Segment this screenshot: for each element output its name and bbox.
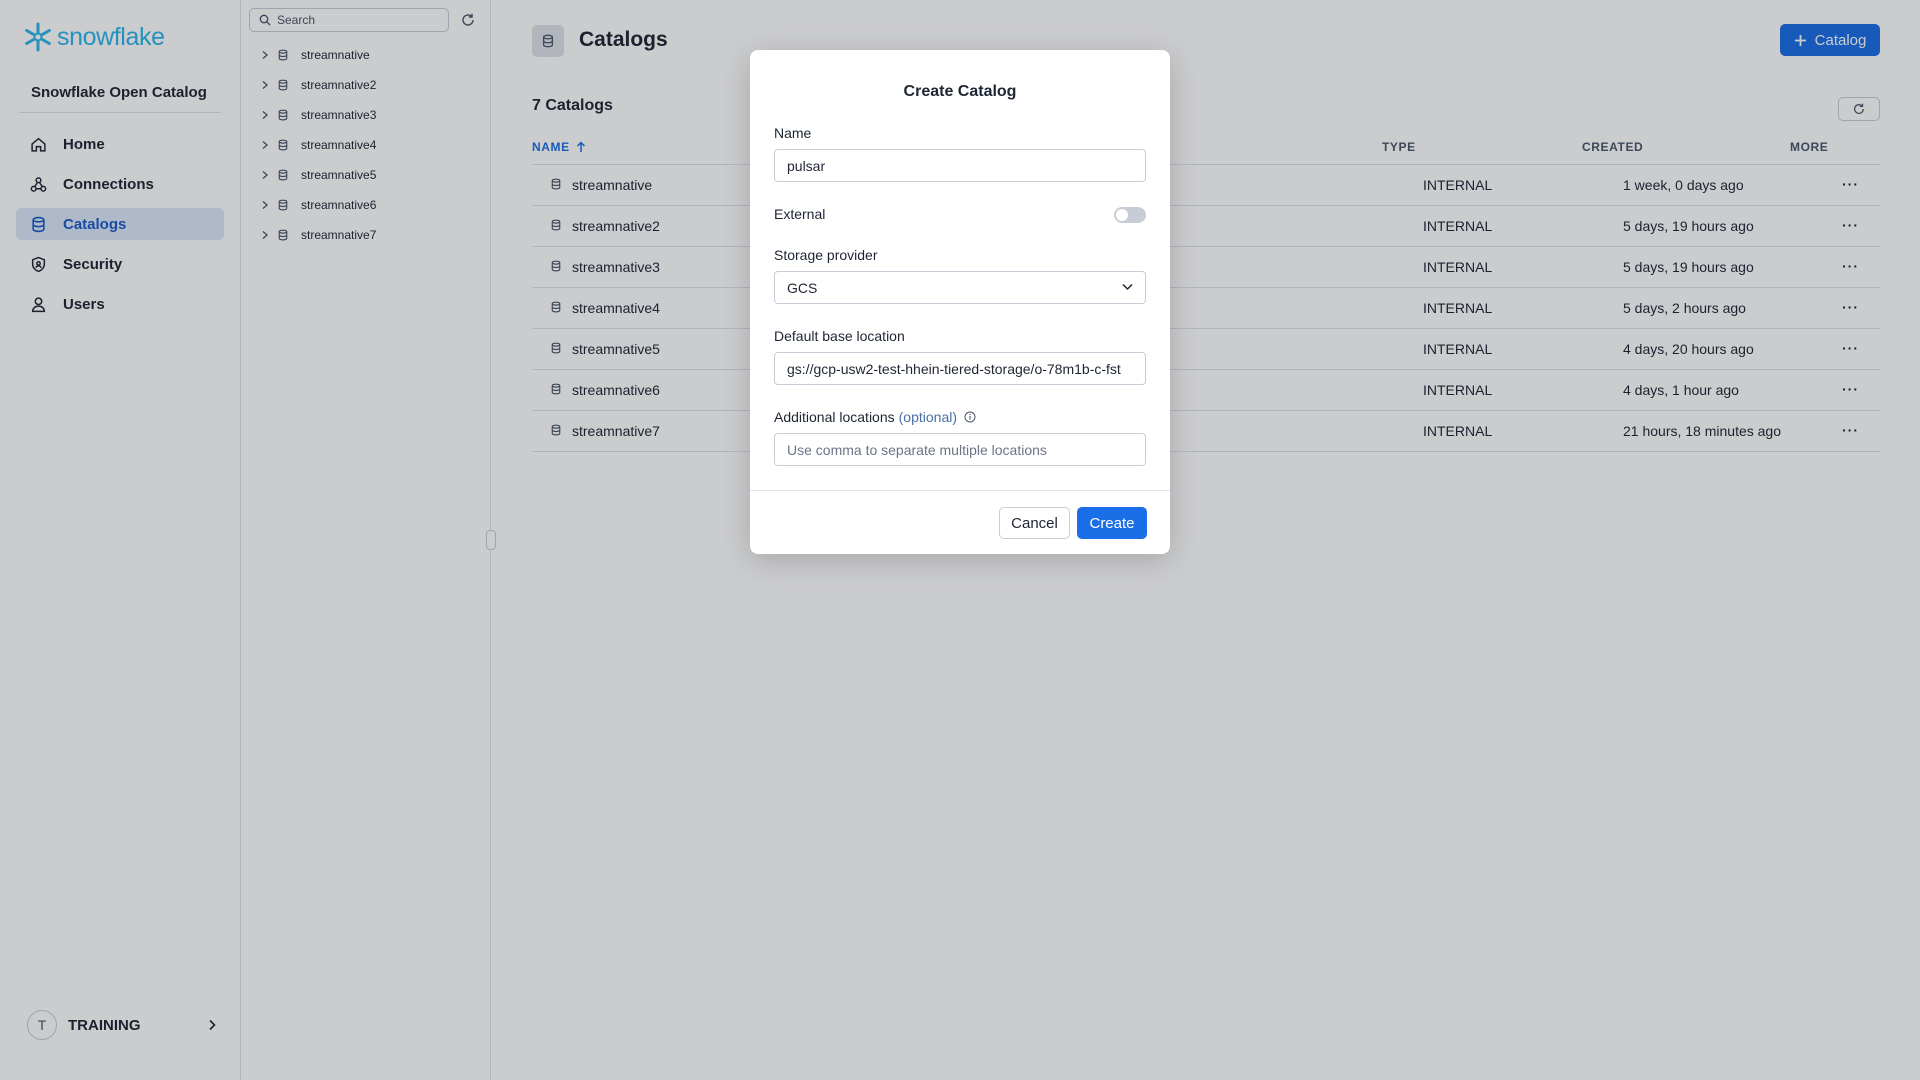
create-button[interactable]: Create (1077, 507, 1147, 539)
toggle-knob (1116, 209, 1128, 221)
name-field[interactable] (774, 149, 1146, 182)
name-label: Name (774, 125, 812, 141)
external-toggle[interactable] (1114, 207, 1146, 223)
storage-provider-select[interactable]: GCS (774, 271, 1146, 304)
storage-provider-value: GCS (787, 279, 818, 296)
additional-locations-text: Additional locations (774, 409, 895, 425)
chevron-down-icon (1122, 283, 1133, 291)
dialog-title: Create Catalog (903, 83, 1017, 100)
default-base-location-label: Default base location (774, 328, 905, 344)
external-label: External (774, 206, 826, 222)
default-base-location-field[interactable] (774, 352, 1146, 385)
info-icon[interactable] (964, 411, 976, 423)
storage-provider-label: Storage provider (774, 247, 878, 263)
create-catalog-dialog: Create Catalog Name External Storage pro… (750, 50, 1170, 554)
additional-locations-label: Additional locations (optional) (774, 409, 976, 425)
optional-tag: (optional) (898, 409, 958, 425)
additional-locations-field[interactable] (774, 433, 1146, 466)
dialog-divider (750, 490, 1170, 491)
cancel-button[interactable]: Cancel (999, 507, 1070, 539)
